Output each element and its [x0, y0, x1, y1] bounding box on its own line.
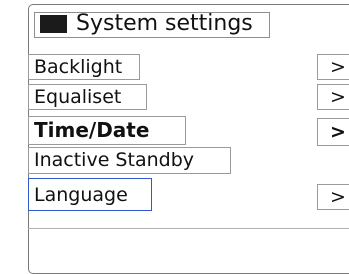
chevron-right-icon: > [330, 86, 346, 108]
battery-icon [40, 15, 70, 33]
menu-item-label: Language [34, 184, 128, 206]
chevron-right-icon: > [330, 56, 346, 78]
menu-item-label: Time/Date [34, 118, 150, 142]
page-title: System settings [76, 11, 253, 36]
menu-item-label: Inactive Standby [34, 149, 194, 171]
menu-item-label: Backlight [34, 56, 123, 78]
chevron-right-icon: > [330, 121, 346, 143]
screen-divider [28, 228, 349, 229]
settings-screen: System settings Backlight > Equaliset > … [0, 0, 349, 274]
chevron-right-icon: > [330, 186, 346, 208]
menu-item-label: Equaliset [34, 86, 122, 108]
